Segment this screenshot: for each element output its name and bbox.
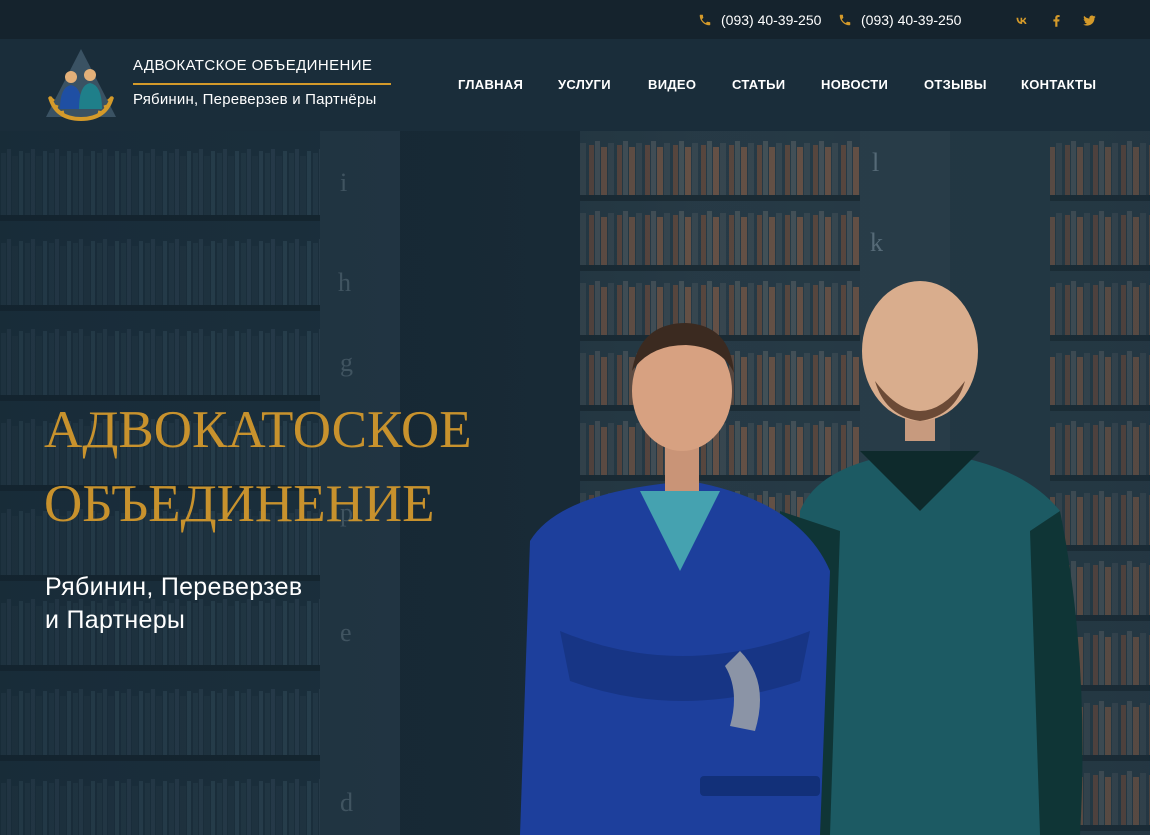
hero-title-line: АДВОКАТОСКОЕ [44,401,472,459]
hero-subtitle: Рябинин, Переверзев и Партнеры [45,571,405,637]
nav-item-video[interactable]: ВИДЕО [648,77,696,93]
hero-title: АДВОКАТОСКОЕ ОБЪЕДИНЕНИЕ [44,393,524,541]
phone-number: (093) 40-39-250 [721,12,822,28]
logo-subtitle: Рябинин, Переверзев и Партнёры [133,91,377,108]
phone-icon [699,14,711,26]
partners-photo [520,281,1083,835]
nav-item-services[interactable]: УСЛУГИ [558,77,611,93]
site-header: АДВОКАТСКОЕ ОБЪЕДИНЕНИЕ Рябинин, Перевер… [0,39,1150,131]
logo-divider [133,83,391,85]
logo-emblem-icon[interactable] [42,47,120,121]
top-bar: (093) 40-39-250 (093) 40-39-250 [0,0,1150,39]
phone-icon [839,14,851,26]
logo-title: АДВОКАТСКОЕ ОБЪЕДИНЕНИЕ [133,57,373,74]
hero-section: ihg ped lki АДВОКАТОСКОЕ ОБЪЕДИНЕНИЕ Ряб… [0,131,1150,835]
nav-item-reviews[interactable]: ОТЗЫВЫ [924,77,987,93]
twitter-icon[interactable] [1080,11,1098,29]
hero-title-line: ОБЪЕДИНЕНИЕ [44,475,435,533]
nav-item-news[interactable]: НОВОСТИ [821,77,888,93]
phone-number: (093) 40-39-250 [861,12,962,28]
nav-item-contacts[interactable]: КОНТАКТЫ [1021,77,1096,93]
hero-subtitle-line: Рябинин, Переверзев [45,573,303,601]
nav-item-home[interactable]: ГЛАВНАЯ [458,77,523,93]
nav-item-articles[interactable]: СТАТЬИ [732,77,785,93]
hero-subtitle-line: и Партнеры [45,606,186,634]
facebook-icon[interactable] [1047,11,1065,29]
phone-link[interactable]: (093) 40-39-250 [698,11,821,29]
vk-icon[interactable] [1012,11,1030,29]
phone-link[interactable]: (093) 40-39-250 [838,11,961,29]
